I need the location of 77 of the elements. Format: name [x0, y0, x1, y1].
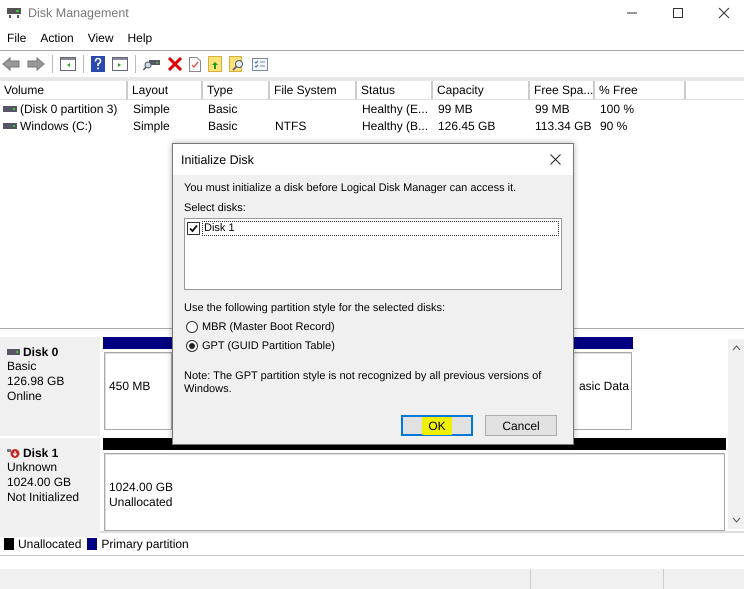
drive-icon [3, 122, 17, 128]
magnifier-drive-icon[interactable] [143, 57, 161, 71]
list-item[interactable]: Disk 1 [202, 221, 559, 236]
ok-button[interactable]: OK [401, 415, 473, 436]
window-pane-icon[interactable] [112, 57, 128, 71]
table-cell: 126.45 GB [438, 118, 496, 132]
checked-document-icon[interactable] [189, 56, 201, 72]
radio-button[interactable] [186, 340, 198, 352]
disk-detail: 1024.00 GB [7, 475, 72, 490]
checkbox[interactable] [187, 222, 200, 235]
partition-text: Unallocated [109, 495, 174, 510]
window-pane-icon[interactable] [60, 57, 76, 71]
window-title: Disk Management [28, 6, 129, 20]
column-header[interactable]: Type [203, 81, 270, 99]
table-cell: Healthy (E... [362, 102, 428, 116]
disk-list[interactable]: Disk 1 [184, 218, 562, 290]
radio-button[interactable] [186, 321, 198, 333]
folder-magnifier-icon[interactable] [229, 56, 245, 72]
scroll-down-icon[interactable] [732, 517, 740, 523]
radio-label[interactable]: MBR (Master Boot Record) [202, 321, 335, 333]
table-cell: 113.34 GB [535, 118, 592, 132]
table-cell: Simple [133, 102, 170, 116]
disk-drive-icon [6, 7, 22, 19]
menu-item[interactable]: Action [33, 31, 81, 45]
column-header[interactable]: Free Spa... [530, 81, 595, 99]
drive-error-icon [7, 448, 20, 458]
drive-icon [3, 106, 17, 112]
menu-item[interactable]: File [0, 31, 34, 45]
partition-text: 1024.00 GB [109, 480, 174, 495]
table-cell: (Disk 0 partition 3) [20, 102, 118, 116]
close-icon[interactable] [718, 7, 730, 19]
menu-item[interactable]: Help [120, 31, 160, 45]
scrollbar[interactable] [728, 339, 744, 529]
maximize-icon[interactable] [672, 7, 684, 19]
drive-icon [7, 349, 20, 355]
disk-detail: Unknown [7, 460, 58, 475]
back-arrow-icon[interactable] [2, 57, 20, 71]
table-cell: 90 % [600, 118, 628, 132]
disk-name: Disk 1 [23, 446, 58, 460]
close-icon[interactable] [550, 154, 561, 165]
dialog-message: You must initialize a disk before Logical Disk Manager can access it. [184, 181, 518, 195]
column-header[interactable]: Capacity [433, 81, 530, 99]
scroll-up-icon[interactable] [732, 345, 740, 351]
help-icon[interactable] [91, 56, 105, 72]
radio-label[interactable]: GPT (GUID Partition Table) [202, 340, 335, 352]
table-cell: NTFS [275, 118, 306, 132]
disk-name: Disk 0 [23, 345, 58, 359]
list-label: Select disks: [184, 202, 247, 214]
delete-icon[interactable] [168, 57, 182, 71]
checklist-icon[interactable] [252, 58, 268, 70]
dialog-title: Initialize Disk [181, 152, 254, 166]
table-cell: Basic [208, 118, 238, 132]
column-header[interactable]: Volume [0, 81, 128, 99]
disk-detail: Online [7, 389, 43, 404]
menu-item[interactable]: View [80, 31, 120, 45]
disk-detail: 126.98 GB [7, 374, 66, 389]
table-cell: Basic [208, 102, 238, 116]
forward-arrow-icon[interactable] [27, 57, 45, 71]
table-cell: 100 % [600, 102, 634, 116]
column-header[interactable]: File System [270, 81, 357, 99]
partition-text: asic Data [579, 379, 629, 394]
table-cell: 99 MB [438, 102, 473, 116]
legend-label: Primary partition [101, 537, 189, 551]
disk-detail: Not Initialized [7, 490, 80, 505]
partition-style-label: Use the following partition style for the selected disks: [184, 302, 446, 314]
note-text: Note: The GPT partition style is not recognized by all previous versions of Windows. [184, 370, 542, 396]
table-cell: Healthy (B... [362, 118, 428, 132]
column-header[interactable]: Layout [128, 81, 203, 99]
column-header[interactable]: Status [357, 81, 433, 99]
disk-detail: Basic [7, 359, 38, 374]
legend-label: Unallocated [18, 537, 82, 551]
column-header[interactable]: % Free [595, 81, 686, 99]
cancel-button[interactable]: Cancel [485, 415, 557, 436]
table-cell: Windows (C:) [20, 118, 92, 132]
table-cell: Simple [133, 118, 170, 132]
partition-text: 450 MB [109, 379, 152, 394]
table-cell: 99 MB [535, 102, 570, 116]
